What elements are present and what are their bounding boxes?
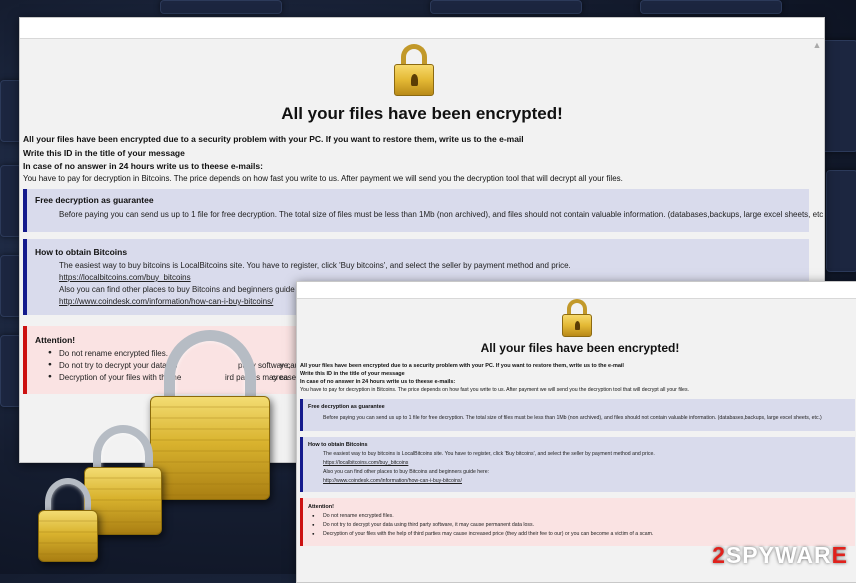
gold-padlock-icon [38, 478, 98, 562]
localbitcoins-link[interactable]: https://localbitcoins.com/buy_bitcoins [59, 273, 191, 282]
intro-line-3: In case of no answer in 24 hours write u… [23, 161, 263, 171]
window-top-bar [297, 282, 856, 299]
attention-item: Do not try to decrypt your data using th… [312, 522, 534, 528]
localbitcoins-link[interactable]: https://localbitcoins.com/buy_bitcoins [323, 460, 408, 466]
payment-note: You have to pay for decryption in Bitcoi… [300, 387, 689, 393]
bitcoins-heading: How to obtain Bitcoins [35, 247, 128, 257]
intro-line-1: All your files have been encrypted due t… [300, 363, 624, 369]
guarantee-text: Before paying you can send us up to 1 fi… [323, 415, 822, 421]
coindesk-link[interactable]: http://www.coindesk.com/information/how-… [59, 297, 273, 306]
bitcoins-line-2: Also you can find other places to buy Bi… [59, 285, 316, 294]
guarantee-text: Before paying you can send us up to 1 fi… [59, 210, 825, 219]
watermark-spy: SPY [725, 542, 775, 568]
bitcoins-panel: How to obtain Bitcoins The easiest way t… [300, 437, 855, 492]
background-key [820, 40, 856, 152]
ransom-note-window-front: All your files have been encrypted! All … [296, 281, 856, 583]
watermark-logo: 2SPYWARE [712, 542, 848, 569]
page-title: All your files have been encrypted! [281, 104, 563, 123]
bitcoins-heading: How to obtain Bitcoins [308, 442, 368, 448]
guarantee-panel: Free decryption as guarantee Before payi… [23, 189, 824, 232]
intro-line-2: Write this ID in the title of your messa… [300, 371, 405, 377]
guarantee-panel: Free decryption as guarantee Before payi… [300, 399, 855, 431]
window-top-bar [20, 18, 824, 39]
attention-item: Do not rename encrypted files. [312, 513, 394, 519]
payment-note: You have to pay for decryption in Bitcoi… [23, 174, 623, 183]
attention-panel: Attention! Do not rename encrypted files… [300, 498, 855, 546]
scroll-up-icon[interactable]: ▲ [812, 40, 822, 50]
background-key [826, 170, 856, 272]
coindesk-link[interactable]: http://www.coindesk.com/information/how-… [323, 478, 462, 484]
intro-line-1: All your files have been encrypted due t… [23, 134, 524, 144]
watermark-war: WAR [774, 542, 832, 568]
attention-heading: Attention! [308, 504, 334, 510]
attention-item: Decryption of your files with the help o… [312, 531, 653, 537]
intro-line-3: In case of no answer in 24 hours write u… [300, 379, 456, 385]
padlock-icon [394, 44, 434, 96]
bitcoins-line-1: The easiest way to buy bitcoins is Local… [323, 451, 655, 457]
gold-padlock-icon [150, 330, 270, 500]
background-key [160, 0, 282, 14]
background-key [640, 0, 782, 14]
padlock-icon [562, 299, 592, 337]
page-title: All your files have been encrypted! [480, 341, 680, 355]
bitcoins-line-2: Also you can find other places to buy Bi… [323, 469, 490, 475]
watermark-end: E [831, 542, 848, 568]
watermark-digit: 2 [712, 542, 726, 568]
background-key [430, 0, 582, 14]
guarantee-heading: Free decryption as guarantee [35, 195, 154, 205]
intro-line-2: Write this ID in the title of your messa… [23, 148, 185, 158]
guarantee-heading: Free decryption as guarantee [308, 404, 385, 410]
attention-heading: Attention! [35, 335, 76, 345]
bitcoins-line-1: The easiest way to buy bitcoins is Local… [59, 261, 571, 270]
